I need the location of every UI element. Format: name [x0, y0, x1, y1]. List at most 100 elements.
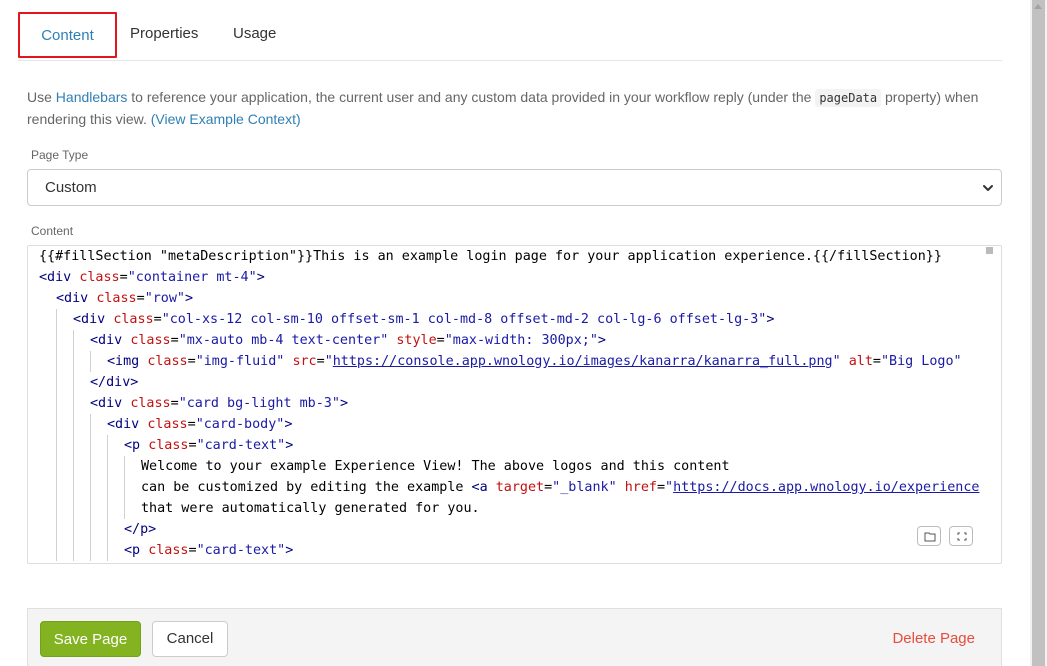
code-token: > — [339, 396, 348, 411]
code-token: = — [188, 543, 197, 558]
code-editor[interactable]: {{#fillSection "metaDescription"}}This i… — [27, 245, 1002, 564]
code-token: = — [187, 417, 196, 432]
code-token: https://docs.app.wnology.io/experience — [673, 480, 980, 495]
code-token: src — [292, 354, 317, 369]
code-token: https://console.app.wnology.io/images/ka… — [332, 354, 833, 369]
code-token: " — [832, 354, 841, 369]
code-line-text: that were automatically generated for yo… — [141, 498, 480, 519]
code-token: <p — [124, 543, 149, 558]
indent-guide — [90, 351, 107, 372]
page-scrollbar[interactable] — [1030, 0, 1047, 666]
indent-guide — [39, 498, 56, 519]
code-token: target — [495, 480, 545, 495]
delete-page-button[interactable]: Delete Page — [892, 621, 975, 657]
code-token: "card-text" — [196, 543, 286, 558]
code-token: = — [188, 438, 197, 453]
code-token: = — [170, 396, 179, 411]
code-line: <div class="row"> — [39, 288, 979, 309]
save-page-button[interactable]: Save Page — [40, 621, 141, 657]
code-token: <div — [90, 333, 131, 348]
indent-guide — [107, 477, 124, 498]
indent-guide — [39, 372, 56, 393]
indent-guide — [39, 540, 56, 561]
code-token: </div> — [90, 375, 139, 390]
indent-guide — [73, 456, 90, 477]
code-token: "mx-auto mb-4 text-center" — [178, 333, 389, 348]
indent-guide — [73, 393, 90, 414]
indent-guide — [73, 372, 90, 393]
tab-properties[interactable]: Properties — [130, 12, 198, 58]
code-line-text: <div class="container mt-4"> — [39, 267, 265, 288]
indent-guide — [39, 309, 56, 330]
code-line: that were automatically generated for yo… — [39, 498, 979, 519]
indent-guide — [73, 330, 90, 351]
indent-guide — [73, 414, 90, 435]
code-token: class — [130, 396, 171, 411]
scrollbar-thumb[interactable] — [1032, 0, 1045, 666]
code-token: "col-xs-12 col-sm-10 offset-sm-1 col-md-… — [161, 312, 767, 327]
code-line: </div> — [39, 372, 979, 393]
indent-guide — [124, 498, 141, 519]
code-token: <p — [124, 438, 149, 453]
code-token: class — [130, 333, 171, 348]
code-token: </p> — [124, 522, 157, 537]
handlebars-link[interactable]: Handlebars — [56, 89, 128, 105]
indent-guide — [39, 456, 56, 477]
pagedata-code: pageData — [815, 89, 882, 107]
indent-guide — [56, 435, 73, 456]
indent-guide — [39, 477, 56, 498]
indent-guide — [56, 540, 73, 561]
tab-usage[interactable]: Usage — [233, 12, 276, 58]
code-token: > — [766, 312, 775, 327]
indent-guide — [39, 393, 56, 414]
editor-folder-button[interactable] — [917, 526, 941, 546]
view-example-context-link[interactable]: (View Example Context) — [151, 111, 301, 127]
folder-icon — [924, 532, 936, 542]
code-token: <div — [73, 312, 114, 327]
code-line: </p> — [39, 519, 979, 540]
code-token: = — [119, 270, 128, 285]
editor-scroll-marker — [986, 247, 993, 254]
intro-text: Use Handlebars to reference your applica… — [27, 87, 1002, 130]
code-token: class — [113, 312, 154, 327]
code-token: = — [136, 291, 145, 306]
code-line: <div class="card bg-light mb-3"> — [39, 393, 979, 414]
code-token: that were automatically generated for yo… — [141, 501, 480, 516]
scroll-up-arrow-icon[interactable] — [1034, 4, 1042, 9]
code-token: = — [153, 312, 162, 327]
chevron-down-icon — [983, 185, 993, 191]
code-token: = — [544, 480, 553, 495]
code-line-text: {{#fillSection "metaDescription"}}This i… — [39, 246, 942, 267]
indent-guide — [90, 519, 107, 540]
indent-guide — [107, 519, 124, 540]
code-token: <div — [56, 291, 97, 306]
indent-guide — [39, 330, 56, 351]
indent-guide — [73, 540, 90, 561]
code-token: = — [316, 354, 325, 369]
code-token: "_blank" — [552, 480, 617, 495]
page-type-label: Page Type — [31, 148, 89, 162]
code-token: <div — [39, 270, 80, 285]
editor-fullscreen-button[interactable] — [949, 526, 973, 546]
tab-bar: Content Properties Usage — [18, 12, 1002, 61]
code-line: <p class="card-text"> — [39, 540, 979, 561]
code-token: = — [436, 333, 445, 348]
code-token: = — [170, 333, 179, 348]
indent-guide — [124, 456, 141, 477]
indent-guide — [56, 519, 73, 540]
indent-guide — [56, 372, 73, 393]
page-type-select[interactable]: Custom — [27, 169, 1002, 206]
indent-guide — [90, 414, 107, 435]
indent-guide — [107, 498, 124, 519]
indent-guide — [56, 393, 73, 414]
code-token: class — [79, 270, 120, 285]
code-token: class — [147, 354, 188, 369]
tab-content[interactable]: Content — [18, 12, 117, 58]
cancel-button[interactable]: Cancel — [152, 621, 228, 657]
code-token: > — [256, 270, 265, 285]
code-line-text: <img class="img-fluid" src="https://cons… — [107, 351, 962, 372]
code-line-text: </div> — [90, 372, 138, 393]
code-token: class — [96, 291, 137, 306]
